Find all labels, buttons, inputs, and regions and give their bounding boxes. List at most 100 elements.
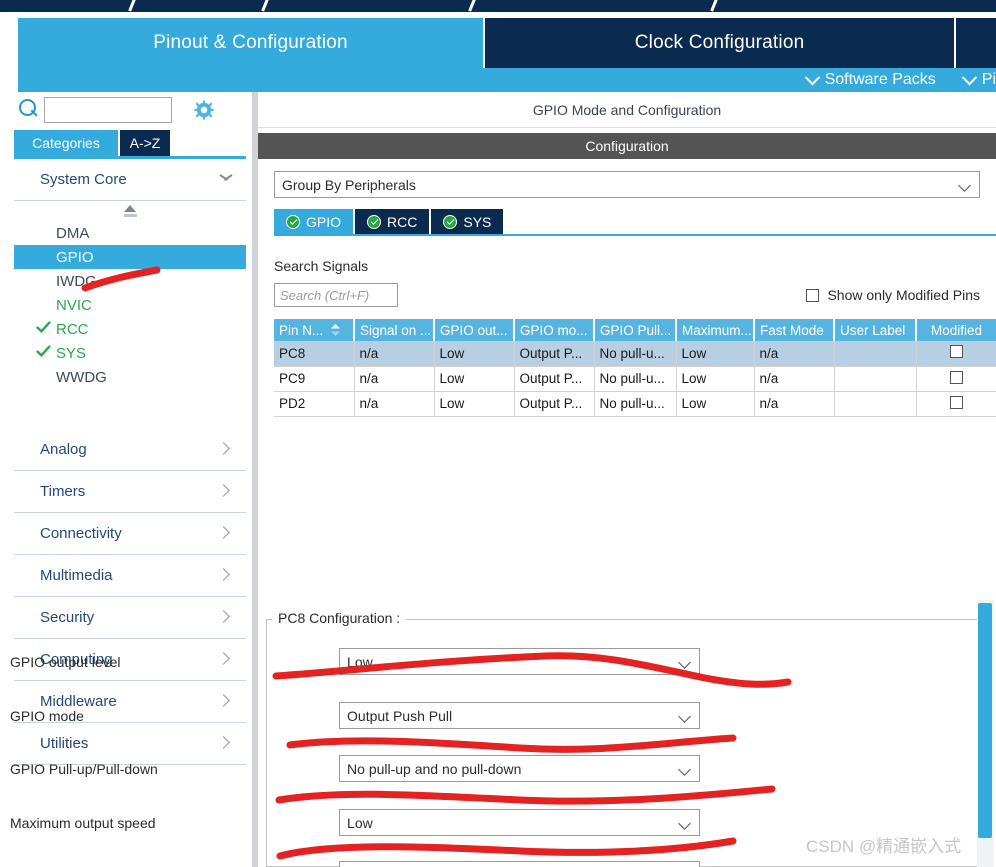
cell-user-label[interactable] [834,366,917,392]
gpio-output-level-select[interactable]: Low [339,648,700,675]
col-modified[interactable]: Modified [916,319,996,341]
group-by-value: Group By Peripherals [282,176,416,193]
tab-next-partial[interactable] [956,18,996,68]
sidebar-category-security[interactable]: Security [14,597,246,639]
col-user-label[interactable]: User Label [834,319,917,341]
chevron-down-icon [961,69,978,85]
group-by-select[interactable]: Group By Peripherals [274,171,980,198]
checkbox[interactable] [949,395,963,409]
show-only-modified-pins[interactable]: Show only Modified Pins [806,287,980,303]
sidebar-item-wwdg[interactable]: WWDG [14,365,246,389]
sidebar-tabs: Categories A->Z [14,130,252,156]
sidebar-category-connectivity[interactable]: Connectivity [14,513,246,555]
col-gpio-output[interactable]: GPIO out... [434,319,515,341]
col-gpio-mode[interactable]: GPIO mo... [514,319,595,341]
checkbox[interactable] [949,370,963,384]
table-row[interactable]: PD2 n/a Low Output P... No pull-u... Low… [274,391,996,417]
peripheral-list: DMA GPIO IWDG NVIC RCC SYS WWDG [14,221,246,389]
cell-pin-name: PD2 [274,391,355,417]
cell-gpio-pull: No pull-u... [594,341,677,367]
cell-user-label[interactable] [834,341,917,367]
chevron-down-icon [678,817,691,830]
sidebar-item-iwdg[interactable]: IWDG [14,269,246,293]
sidebar-group-label: System Core [40,171,127,188]
checkbox[interactable] [806,288,820,302]
sidebar-item-gpio[interactable]: GPIO [14,245,246,269]
main-tab-bar: Pinout & Configuration Clock Configurati… [18,18,996,68]
peripheral-tab-bar: GPIO RCC SYS [274,209,996,236]
pinout-menu[interactable]: Pi [961,69,996,89]
col-signal-on[interactable]: Signal on ... [354,319,435,341]
field-label: GPIO mode [10,707,84,724]
sidebar-item-rcc[interactable]: RCC [14,317,246,341]
checkbox[interactable] [949,345,963,359]
tab-gpio[interactable]: GPIO [274,209,356,234]
cell-fast-mode: n/a [754,391,835,417]
chevron-right-icon [217,568,230,581]
maximum-output-speed-select[interactable]: Low [339,809,700,836]
cell-gpio-output: Low [434,391,515,417]
sidebar-group-system-core[interactable]: System Core [14,159,246,201]
tab-a-to-z[interactable]: A->Z [120,130,170,156]
chevron-right-icon [217,610,230,623]
sidebar-item-label: NVIC [56,296,92,314]
sidebar-item-label: SYS [56,344,87,362]
sidebar-item-dma[interactable]: DMA [14,221,246,245]
left-sidebar: Categories A->Z System Core DMA GPIO IWD… [0,92,252,867]
sidebar-item-nvic[interactable]: NVIC [14,293,246,317]
configuration-header: Configuration [258,133,996,159]
tab-clock-configuration[interactable]: Clock Configuration [485,18,957,68]
watermark: CSDN @精通嵌入式 [806,837,962,856]
field-value: Low [347,814,373,831]
field-gpio-output-level: GPIO output level Low [10,648,700,675]
cell-pin-name: PC8 [274,341,355,367]
cell-gpio-mode: Output P... [514,391,595,417]
cell-gpio-mode: Output P... [514,366,595,392]
col-label: Signal on ... [360,322,432,338]
col-maximum-speed[interactable]: Maximum... [676,319,755,341]
cell-gpio-pull: No pull-u... [594,366,677,392]
col-label: GPIO out... [440,322,508,338]
page-title: GPIO Mode and Configuration [258,92,996,128]
gpio-mode-select[interactable]: Output Push Pull [339,702,700,729]
field-label: GPIO Pull-up/Pull-down [10,760,158,777]
field-value: Low [347,653,373,670]
col-gpio-pull[interactable]: GPIO Pull... [594,319,677,341]
chevron-right-icon [217,442,230,455]
software-packs-menu[interactable]: Software Packs [804,69,936,89]
cell-modified [916,391,996,417]
sidebar-category-label: Analog [40,441,87,458]
sidebar-category-label: Timers [40,483,86,500]
sidebar-category-analog[interactable]: Analog [14,429,246,471]
sidebar-category-multimedia[interactable]: Multimedia [14,555,246,597]
col-pin-name[interactable]: Pin N... [274,319,355,341]
tab-sys[interactable]: SYS [431,209,506,234]
sidebar-item-label: RCC [56,320,89,338]
table-row[interactable]: PC8 n/a Low Output P... No pull-u... Low… [274,341,996,367]
col-label: GPIO mo... [520,322,588,338]
cell-gpio-pull: No pull-u... [594,391,677,417]
cell-gpio-mode: Output P... [514,341,595,367]
search-signals-input[interactable]: Search (Ctrl+F) [274,283,398,307]
list-scroll-up-indicator[interactable] [14,201,246,221]
field-gpio-pull: GPIO Pull-up/Pull-down No pull-up and no… [10,755,700,782]
cell-pin-name: PC9 [274,366,355,392]
tab-categories[interactable]: Categories [14,130,118,156]
search-input[interactable] [44,97,172,123]
col-label: Modified [930,322,983,338]
table-row[interactable]: PC9 n/a Low Output P... No pull-u... Low… [274,366,996,392]
sidebar-category-timers[interactable]: Timers [14,471,246,513]
config-scrollbar-thumb[interactable] [978,603,992,838]
gear-icon[interactable] [194,100,214,120]
cell-maximum-speed: Low [676,366,755,392]
cell-user-label[interactable] [834,391,917,417]
chevron-down-icon [678,656,691,669]
tab-rcc[interactable]: RCC [355,209,432,234]
triangle-up-icon [124,205,136,212]
gpio-pull-select[interactable]: No pull-up and no pull-down [339,755,700,782]
pins-table-wrapper: Pin N... Signal on ... GPIO out... GPIO … [274,319,996,417]
sidebar-item-sys[interactable]: SYS [14,341,246,365]
col-fast-mode[interactable]: Fast Mode [754,319,835,341]
tab-pinout-configuration[interactable]: Pinout & Configuration [18,18,486,68]
next-select-partial[interactable] [339,861,700,867]
